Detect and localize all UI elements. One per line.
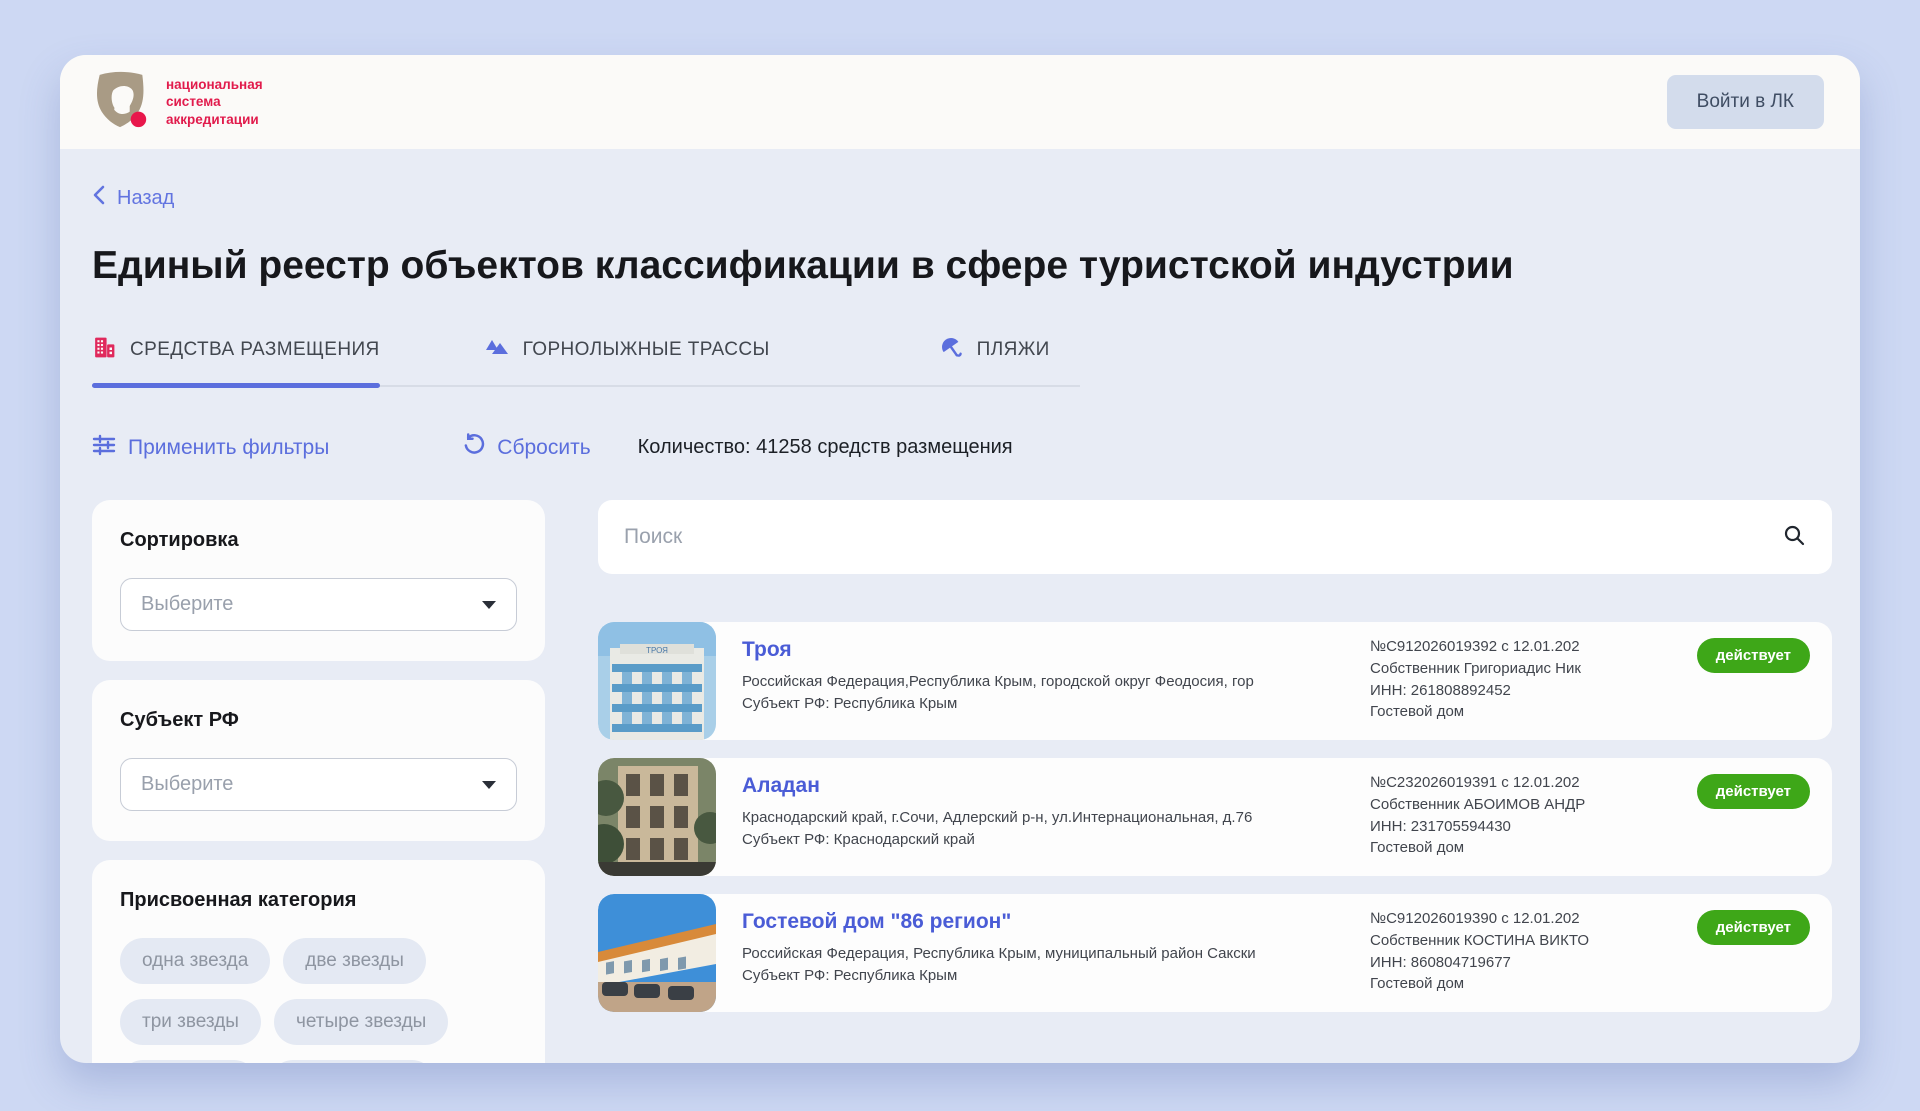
listing-main-info: Гостевой дом "86 регион" Российская Феде… xyxy=(716,894,1370,1012)
login-button[interactable]: Войти в ЛК xyxy=(1667,75,1824,129)
listing-subject: Субъект РФ: Республика Крым xyxy=(742,967,1352,984)
accreditation-shield-logo-icon xyxy=(90,69,152,136)
listing-main-info: Троя Российская Федерация,Республика Кры… xyxy=(716,622,1370,740)
listing-type: Гостевой дом xyxy=(1370,701,1672,723)
listing-photo xyxy=(598,758,716,876)
listing-type: Гостевой дом xyxy=(1370,837,1672,859)
reset-filters-button[interactable]: Сбросить xyxy=(462,433,590,462)
region-select[interactable]: Выберите xyxy=(120,758,517,811)
tab-beaches[interactable]: ПЛЯЖИ xyxy=(938,334,1050,385)
brand-logo[interactable]: национальная система аккредитации xyxy=(90,69,263,136)
reset-label: Сбросить xyxy=(497,436,590,460)
tab-label: ГОРНОЛЫЖНЫЕ ТРАССЫ xyxy=(523,339,770,361)
tab-bar: СРЕДСТВА РАЗМЕЩЕНИЯ ГОРНОЛЫЖНЫЕ ТРАССЫ xyxy=(92,334,1080,387)
listing-address: Российская Федерация,Республика Крым, го… xyxy=(742,673,1352,690)
results-count: Количество: 41258 средств размещения xyxy=(638,436,1013,459)
listing-status-column: действует xyxy=(1672,894,1832,1012)
listing-owner: Собственник АБОИМОВ АНДР xyxy=(1370,794,1672,816)
mountain-icon xyxy=(484,336,510,364)
listing-owner: Собственник КОСТИНА ВИКТО xyxy=(1370,930,1672,952)
chip-three-stars[interactable]: три звезды xyxy=(120,999,261,1045)
header: национальная система аккредитации Войти … xyxy=(60,55,1860,149)
svg-text:ТРОЯ: ТРОЯ xyxy=(646,646,668,655)
beach-umbrella-icon xyxy=(938,334,964,366)
listing-inn: ИНН: 261808892452 xyxy=(1370,680,1672,702)
filters-sidebar: Сортировка Выберите Субъект РФ Выберите … xyxy=(92,500,545,1063)
listing-row[interactable]: Гостевой дом "86 регион" Российская Феде… xyxy=(598,894,1832,1012)
category-chips: одна звезда две звезды три звезды четыре… xyxy=(120,938,517,1063)
category-label: Присвоенная категория xyxy=(120,889,517,912)
layout: Сортировка Выберите Субъект РФ Выберите … xyxy=(92,500,1832,1063)
chevron-down-icon xyxy=(482,601,496,609)
tab-label: СРЕДСТВА РАЗМЕЩЕНИЯ xyxy=(130,339,380,361)
tab-label: ПЛЯЖИ xyxy=(977,339,1050,361)
listing-reg-number: №С232026019391 с 12.01.202 xyxy=(1370,772,1672,794)
building-icon xyxy=(92,335,117,366)
page-title: Единый реестр объектов классификации в с… xyxy=(92,244,1832,288)
listing-address: Российская Федерация, Республика Крым, м… xyxy=(742,945,1352,962)
tab-ski-slopes[interactable]: ГОРНОЛЫЖНЫЕ ТРАССЫ xyxy=(484,334,770,385)
chip-four-stars[interactable]: четыре звезды xyxy=(274,999,448,1045)
search-bar xyxy=(598,500,1832,574)
listing-meta: №С912026019390 с 12.01.202 Собственник К… xyxy=(1370,894,1672,1012)
back-label: Назад xyxy=(117,187,174,210)
listing-title-link[interactable]: Аладан xyxy=(742,774,1352,798)
search-input[interactable] xyxy=(624,525,1782,549)
listing-photo: ТРОЯ xyxy=(598,622,716,740)
apply-filters-button[interactable]: Применить фильтры xyxy=(92,434,329,462)
sort-label: Сортировка xyxy=(120,529,517,552)
listing-subject: Субъект РФ: Краснодарский край xyxy=(742,831,1352,848)
search-icon[interactable] xyxy=(1782,523,1806,552)
sort-select[interactable]: Выберите xyxy=(120,578,517,631)
listing-owner: Собственник Григориадис Ник xyxy=(1370,658,1672,680)
status-badge: действует xyxy=(1697,910,1810,945)
listing-row[interactable]: Аладан Краснодарский край, г.Сочи, Адлер… xyxy=(598,758,1832,876)
listing-status-column: действует xyxy=(1672,622,1832,740)
listing-reg-number: №С912026019392 с 12.01.202 xyxy=(1370,636,1672,658)
listing-title-link[interactable]: Троя xyxy=(742,638,1352,662)
apply-filters-label: Применить фильтры xyxy=(128,436,329,460)
listing-row[interactable]: ТРОЯ xyxy=(598,622,1832,740)
actions-row: Применить фильтры Сбросить Количество: 4… xyxy=(92,433,1832,462)
chevron-left-icon xyxy=(92,185,106,211)
listing-inn: ИНН: 231705594430 xyxy=(1370,816,1672,838)
back-link[interactable]: Назад xyxy=(92,185,174,211)
content-area: Назад Единый реестр объектов классификац… xyxy=(60,149,1860,1063)
status-badge: действует xyxy=(1697,638,1810,673)
chevron-down-icon xyxy=(482,781,496,789)
listing-main-info: Аладан Краснодарский край, г.Сочи, Адлер… xyxy=(716,758,1370,876)
listing-reg-number: №С912026019390 с 12.01.202 xyxy=(1370,908,1672,930)
main-panel: национальная система аккредитации Войти … xyxy=(60,55,1860,1063)
listing-photo xyxy=(598,894,716,1012)
filter-card-region: Субъект РФ Выберите xyxy=(92,680,545,841)
listing-address: Краснодарский край, г.Сочи, Адлерский р-… xyxy=(742,809,1352,826)
filter-card-category: Присвоенная категория одна звезда две зв… xyxy=(92,860,545,1063)
chip-one-star[interactable]: одна звезда xyxy=(120,938,270,984)
chip-five-stars[interactable]: пять звезд xyxy=(120,1060,257,1063)
sort-select-placeholder: Выберите xyxy=(141,593,233,616)
listing-meta: №С912026019392 с 12.01.202 Собственник Г… xyxy=(1370,622,1672,740)
listing-meta: №С232026019391 с 12.01.202 Собственник А… xyxy=(1370,758,1672,876)
listing-inn: ИНН: 860804719677 xyxy=(1370,952,1672,974)
filter-card-sort: Сортировка Выберите xyxy=(92,500,545,661)
chip-no-category[interactable]: нет категории xyxy=(270,1060,435,1063)
tab-accommodation[interactable]: СРЕДСТВА РАЗМЕЩЕНИЯ xyxy=(92,334,380,385)
listing-status-column: действует xyxy=(1672,758,1832,876)
status-badge: действует xyxy=(1697,774,1810,809)
listing-title-link[interactable]: Гостевой дом "86 регион" xyxy=(742,910,1352,934)
results-column: ТРОЯ xyxy=(598,500,1832,1063)
listing-type: Гостевой дом xyxy=(1370,973,1672,995)
listing-subject: Субъект РФ: Республика Крым xyxy=(742,695,1352,712)
region-label: Субъект РФ xyxy=(120,709,517,732)
sliders-filter-icon xyxy=(92,434,116,462)
brand-name: национальная система аккредитации xyxy=(166,76,263,129)
reset-arrow-icon xyxy=(462,433,485,462)
region-select-placeholder: Выберите xyxy=(141,773,233,796)
chip-two-stars[interactable]: две звезды xyxy=(283,938,426,984)
